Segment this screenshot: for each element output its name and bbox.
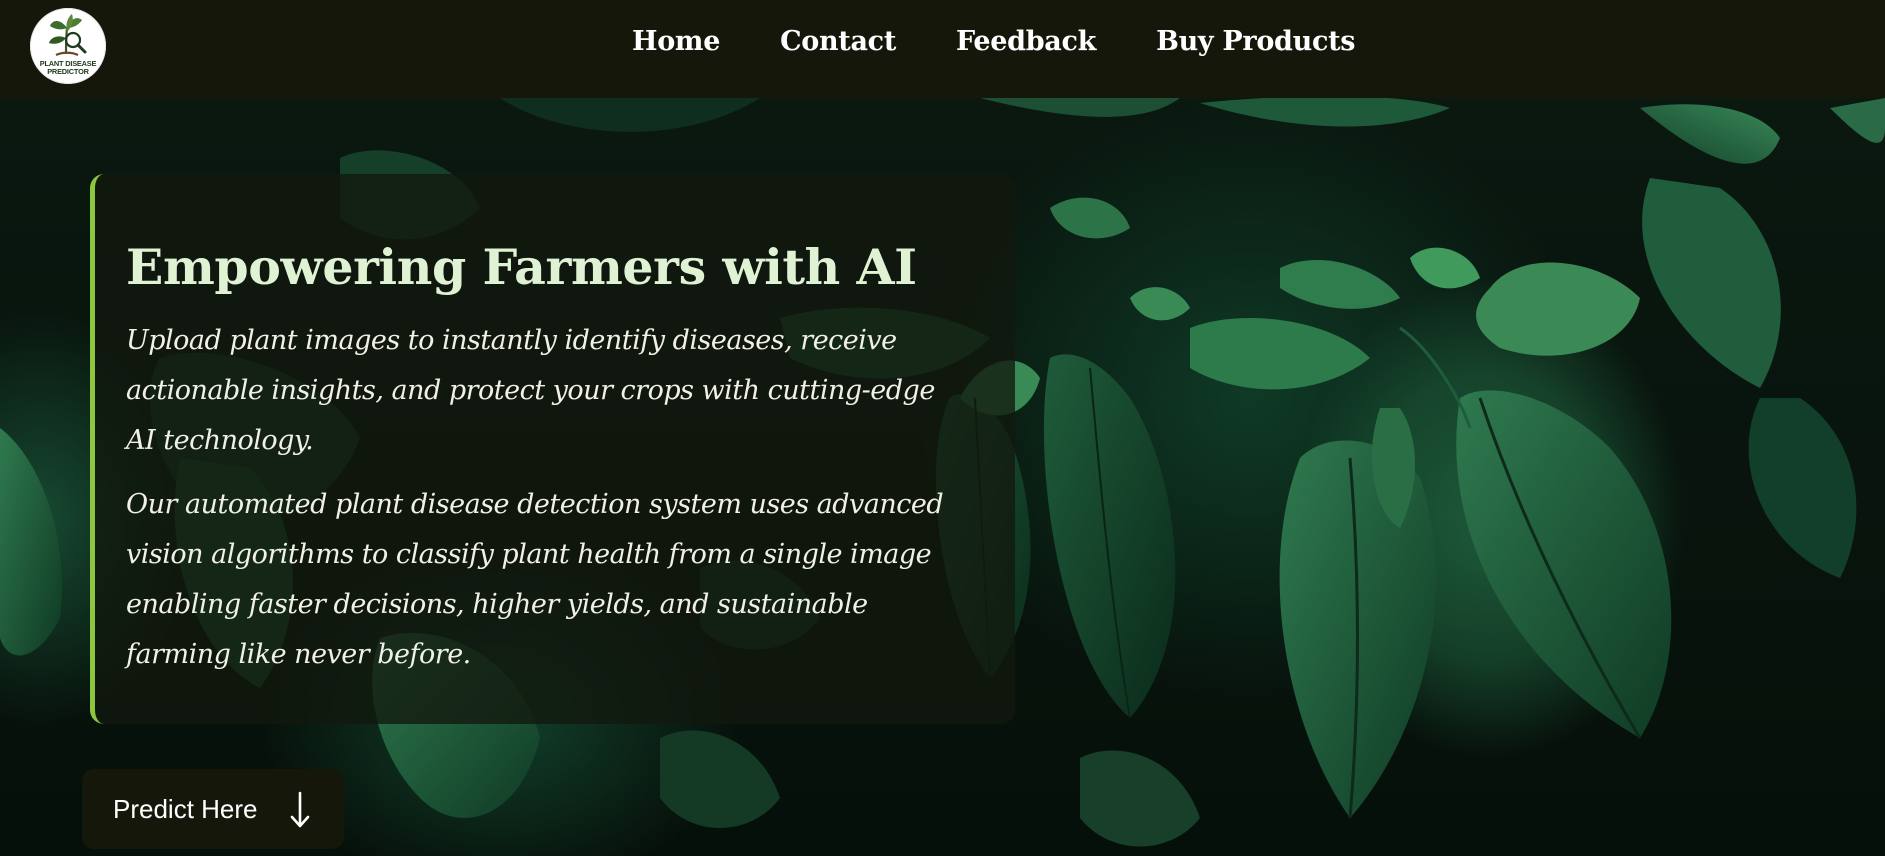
nav-contact-link[interactable]: Contact	[780, 26, 896, 57]
nav-buy-products-link[interactable]: Buy Products	[1156, 26, 1355, 57]
nav-home-link[interactable]: Home	[632, 26, 720, 57]
logo-text: PLANT DISEASE PREDICTOR	[30, 60, 106, 76]
predict-here-button[interactable]: Predict Here	[82, 769, 344, 849]
predict-here-label: Predict Here	[113, 794, 258, 824]
hero-intro-text: Upload plant images to instantly identif…	[126, 325, 935, 456]
plant-disease-predictor-logo[interactable]: PLANT DISEASE PREDICTOR	[30, 8, 106, 84]
hero-description-text: Our automated plant disease detection sy…	[126, 489, 944, 670]
arrow-down-icon	[290, 791, 310, 828]
nav-feedback-link[interactable]: Feedback	[956, 26, 1096, 57]
main-nav: Home Contact Feedback Buy Products	[632, 26, 1355, 57]
hero-section: Empowering Farmers with AI Upload plant …	[0, 98, 1885, 856]
top-navbar: PLANT DISEASE PREDICTOR Home Contact Fee…	[0, 0, 1885, 98]
hero-title: Empowering Farmers with AI	[126, 238, 917, 296]
logo-text-line2: PREDICTOR	[47, 67, 89, 76]
